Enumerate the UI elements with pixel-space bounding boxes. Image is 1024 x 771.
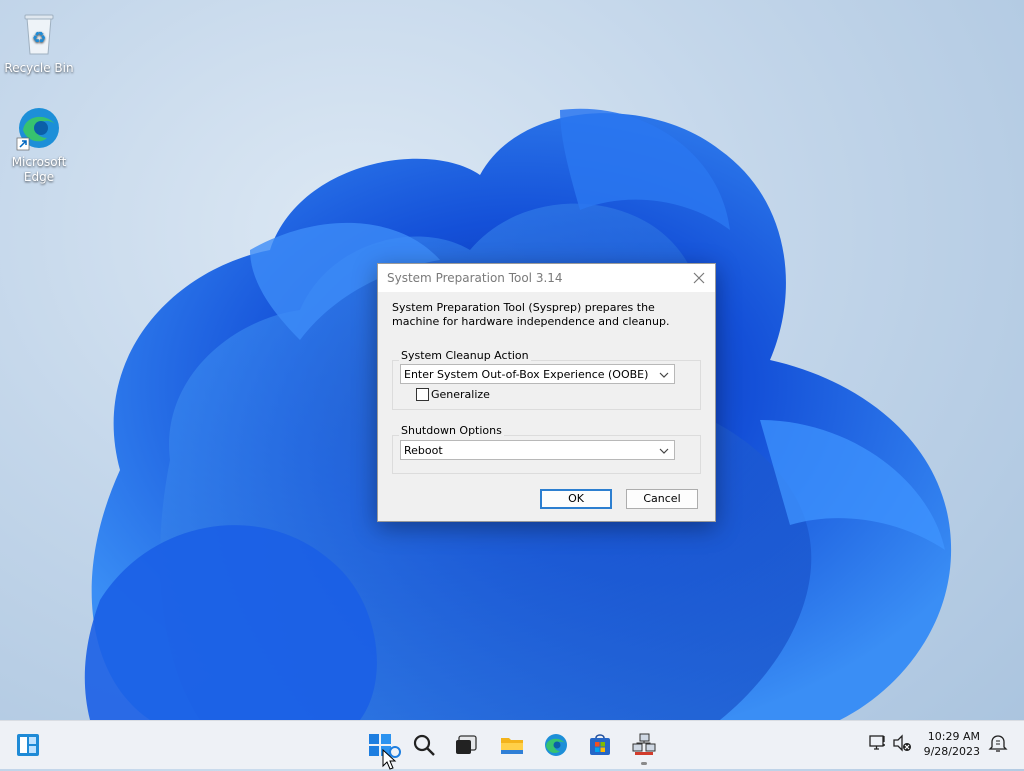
generalize-checkbox[interactable]	[416, 388, 429, 401]
file-explorer-icon	[501, 738, 523, 754]
edge-taskbar-button[interactable]	[536, 725, 576, 765]
clock-time: 10:29 AM	[927, 730, 980, 743]
volume-button[interactable]	[884, 725, 924, 765]
shutdown-group-label: Shutdown Options	[399, 424, 504, 437]
taskbar: 10:29 AM 9/28/2023	[0, 720, 1024, 770]
edge-icon	[16, 108, 59, 151]
close-icon[interactable]	[688, 267, 710, 289]
widgets-icon	[17, 734, 39, 756]
shutdown-options-value: Reboot	[404, 444, 443, 457]
chevron-down-icon	[659, 372, 669, 378]
generalize-label[interactable]: Generalize	[431, 388, 490, 401]
task-view-icon	[456, 735, 477, 754]
shutdown-options-select[interactable]: Reboot	[400, 440, 675, 460]
cleanup-group-label: System Cleanup Action	[399, 349, 531, 362]
sysprep-dialog: System Preparation Tool 3.14 System Prep…	[377, 263, 716, 522]
search-button[interactable]	[404, 725, 444, 765]
cleanup-action-value: Enter System Out-of-Box Experience (OOBE…	[404, 368, 649, 381]
widgets-button[interactable]	[8, 725, 48, 765]
file-explorer-button[interactable]	[492, 725, 532, 765]
desktop-icon-recycle-bin[interactable]: ♻ Recycle Bin	[1, 10, 77, 76]
notification-icon	[988, 735, 1008, 752]
active-app-indicator	[641, 762, 647, 765]
desktop-icon-label: Microsoft Edge	[11, 155, 67, 184]
notification-button[interactable]	[980, 725, 1020, 765]
task-view-button[interactable]	[446, 725, 486, 765]
recycle-bin-icon: ♻	[24, 14, 54, 55]
dialog-title: System Preparation Tool 3.14	[387, 271, 563, 285]
chevron-down-icon	[659, 448, 669, 454]
store-icon	[590, 734, 610, 755]
volume-muted-icon	[893, 734, 911, 752]
cleanup-action-select[interactable]: Enter System Out-of-Box Experience (OOBE…	[400, 364, 675, 384]
desktop-icon-label: Recycle Bin	[4, 61, 74, 75]
system-clock[interactable]: 10:29 AM 9/28/2023	[924, 729, 980, 759]
edge-icon	[545, 734, 567, 756]
ok-button[interactable]: OK	[540, 489, 612, 509]
clock-date: 9/28/2023	[923, 745, 980, 758]
svg-text:♻: ♻	[32, 28, 46, 47]
dialog-titlebar[interactable]: System Preparation Tool 3.14	[378, 264, 715, 292]
desktop-icon-microsoft-edge[interactable]: Microsoft Edge	[1, 104, 77, 185]
sysprep-taskbar-button[interactable]	[624, 725, 664, 765]
sysprep-app-icon	[632, 733, 656, 755]
cancel-button[interactable]: Cancel	[626, 489, 698, 509]
store-button[interactable]	[580, 725, 620, 765]
search-icon	[413, 734, 435, 756]
dialog-description: System Preparation Tool (Sysprep) prepar…	[392, 301, 670, 328]
